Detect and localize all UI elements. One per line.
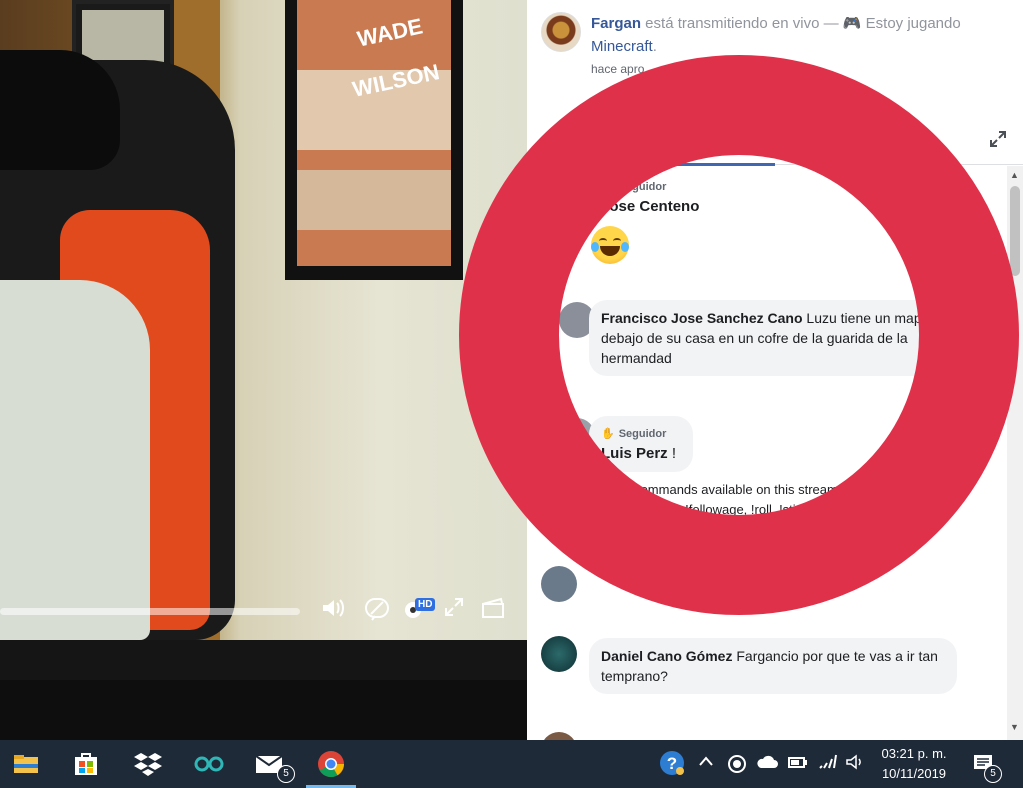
game-link[interactable]: Minecraft xyxy=(591,38,653,55)
poster-wade-wilson: WADE WILSON xyxy=(285,0,463,280)
streamer-avatar[interactable] xyxy=(541,12,581,52)
record-icon[interactable] xyxy=(727,754,747,779)
battery-plug-icon[interactable] xyxy=(786,754,808,775)
clapperboard-icon[interactable] xyxy=(480,596,506,627)
expand-icon[interactable] xyxy=(443,596,465,625)
chevron-up-icon[interactable] xyxy=(698,754,714,773)
arduino-icon[interactable] xyxy=(193,748,225,780)
scroll-thumb[interactable] xyxy=(1010,186,1020,276)
video-player[interactable]: WADE WILSON HD xyxy=(0,0,527,740)
cloud-icon[interactable] xyxy=(756,754,778,775)
clock-time: 03:21 p. m. xyxy=(881,746,947,761)
video-controls: HD xyxy=(0,590,527,638)
stream-status: Fargan está transmitiendo en vivo — 🎮 Es… xyxy=(591,12,971,58)
status-text: está transmitiendo en vivo — xyxy=(641,15,843,32)
avatar[interactable] xyxy=(541,636,577,672)
system-clock[interactable]: 03:21 p. m. 10/11/2019 xyxy=(872,744,956,784)
chrome-icon[interactable] xyxy=(315,748,347,780)
streamer-shoulder xyxy=(0,280,150,640)
activity-text: Estoy jugando xyxy=(865,15,961,32)
gamepad-icon: 🎮 xyxy=(842,15,862,32)
taskbar: 5 ? 03:21 p. m. 10/11/2019 5 xyxy=(0,740,1023,788)
store-icon[interactable] xyxy=(70,748,102,780)
volume-tray-icon[interactable] xyxy=(845,754,865,775)
expand-chat-icon[interactable] xyxy=(989,130,1007,153)
video-bottom-bar xyxy=(0,640,527,740)
scroll-down-icon[interactable]: ▼ xyxy=(1010,722,1019,732)
captions-off-icon[interactable] xyxy=(363,596,391,631)
poster-text-wade: WADE xyxy=(355,13,425,52)
volume-icon[interactable] xyxy=(320,596,346,627)
status-period: . xyxy=(652,38,657,55)
wifi-icon[interactable] xyxy=(818,754,838,775)
avatar[interactable] xyxy=(541,732,577,740)
hd-badge: HD xyxy=(415,598,436,611)
streamer-name-link[interactable]: Fargan xyxy=(591,15,641,32)
progress-bar[interactable] xyxy=(0,608,300,615)
svg-text:?: ? xyxy=(667,754,677,773)
chat-bubble: Daniel Cano Gómez Fargancio por que te v… xyxy=(589,638,957,694)
mail-count-badge: 5 xyxy=(277,765,295,783)
avatar[interactable] xyxy=(541,566,577,602)
file-explorer-icon[interactable] xyxy=(10,748,42,780)
chat-scrollbar[interactable]: ▲ ▼ xyxy=(1007,166,1023,740)
clock-date: 10/11/2019 xyxy=(881,766,947,781)
dropbox-icon[interactable] xyxy=(132,748,164,780)
help-icon[interactable]: ? xyxy=(659,750,685,781)
chat-author[interactable]: Daniel Cano Gómez xyxy=(601,648,732,664)
scroll-up-icon[interactable]: ▲ xyxy=(1010,170,1019,180)
video-frame: WADE WILSON xyxy=(0,0,527,640)
notification-count-badge: 5 xyxy=(984,765,1002,783)
red-circle-annotation xyxy=(459,55,1019,615)
chair-headrest xyxy=(0,50,120,170)
